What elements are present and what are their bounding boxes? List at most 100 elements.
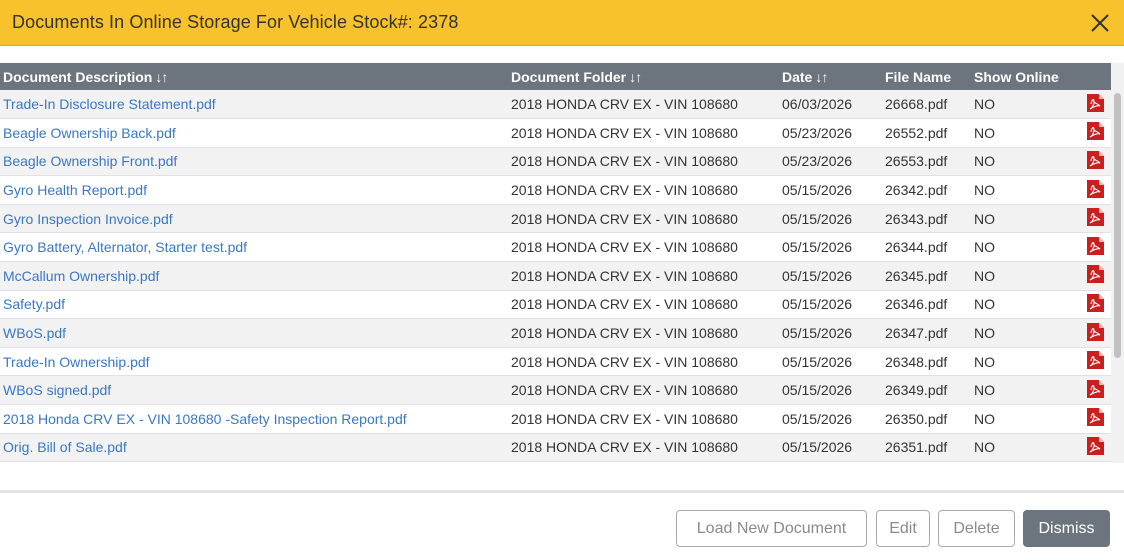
documents-table: Document Description ↓↑ Document Folder ↓↑… <box>0 63 1111 462</box>
table-row[interactable]: Gyro Inspection Invoice.pdf 2018 HONDA CR… <box>0 204 1111 233</box>
document-description-link[interactable]: Beagle Ownership Front.pdf <box>0 147 508 176</box>
close-icon[interactable] <box>1088 11 1112 35</box>
document-folder-cell: 2018 HONDA CRV EX - VIN 108680 <box>511 296 738 313</box>
document-date-cell: 05/15/2026 <box>782 267 853 284</box>
sort-arrows-icon[interactable]: ↓↑ <box>629 69 642 85</box>
pdf-file-icon[interactable] <box>1086 350 1105 373</box>
document-date-cell: 05/15/2026 <box>782 439 853 456</box>
pdf-action-cell <box>1079 347 1111 376</box>
sort-arrows-icon[interactable]: ↓↑ <box>815 69 828 85</box>
file-name-cell: 26350.pdf <box>885 410 948 427</box>
document-folder-cell: 2018 HONDA CRV EX - VIN 108680 <box>511 439 738 456</box>
table-scrollbar[interactable] <box>1111 63 1124 463</box>
pdf-file-icon[interactable] <box>1086 93 1105 116</box>
document-description-link[interactable]: Trade-In Ownership.pdf <box>0 347 508 376</box>
pdf-action-cell <box>1079 319 1111 348</box>
document-description-link[interactable]: Beagle Ownership Back.pdf <box>0 119 508 148</box>
load-new-document-button[interactable]: Load New Document <box>676 510 867 547</box>
document-date-cell: 05/15/2026 <box>782 210 853 227</box>
file-name-cell: 26347.pdf <box>885 325 948 342</box>
column-header-date[interactable]: Date ↓↑ <box>779 63 882 90</box>
table-row[interactable]: Beagle Ownership Front.pdf 2018 HONDA CRV… <box>0 147 1111 176</box>
show-online-cell: NO <box>974 353 995 370</box>
show-online-cell: NO <box>974 439 995 456</box>
show-online-cell: NO <box>974 182 995 199</box>
document-description-link[interactable]: Safety.pdf <box>0 290 508 319</box>
file-name-cell: 26344.pdf <box>885 239 948 256</box>
pdf-file-icon[interactable] <box>1086 179 1105 202</box>
pdf-action-cell <box>1079 405 1111 434</box>
file-name-cell: 26552.pdf <box>885 124 948 141</box>
document-description-link[interactable]: McCallum Ownership.pdf <box>0 262 508 291</box>
document-folder-cell: 2018 HONDA CRV EX - VIN 108680 <box>511 153 738 170</box>
table-row[interactable]: Gyro Health Report.pdf 2018 HONDA CRV EX … <box>0 175 1111 205</box>
show-online-cell: NO <box>974 267 995 284</box>
pdf-file-icon[interactable] <box>1086 207 1105 230</box>
table-header-row: Document Description ↓↑ Document Folder ↓↑… <box>0 63 1111 90</box>
document-folder-cell: 2018 HONDA CRV EX - VIN 108680 <box>511 210 738 227</box>
document-description-link[interactable]: WBoS signed.pdf <box>0 376 508 405</box>
table-row[interactable]: WBoS signed.pdf 2018 HONDA CRV EX - VIN 1… <box>0 375 1111 405</box>
pdf-action-cell <box>1079 147 1111 176</box>
pdf-file-icon[interactable] <box>1086 236 1105 259</box>
pdf-file-icon[interactable] <box>1086 121 1105 144</box>
scrollbar-thumb[interactable] <box>1114 93 1121 358</box>
file-name-cell: 26346.pdf <box>885 296 948 313</box>
table-row[interactable]: Safety.pdf 2018 HONDA CRV EX - VIN 108680… <box>0 290 1111 319</box>
document-date-cell: 06/03/2026 <box>782 96 853 113</box>
table-row[interactable]: McCallum Ownership.pdf 2018 HONDA CRV EX … <box>0 261 1111 291</box>
pdf-file-icon[interactable] <box>1086 264 1105 287</box>
table-row[interactable]: WBoS.pdf 2018 HONDA CRV EX - VIN 108680 05… <box>0 318 1111 348</box>
document-date-cell: 05/15/2026 <box>782 296 853 313</box>
pdf-action-cell <box>1079 262 1111 291</box>
document-description-link[interactable]: Trade-In Disclosure Statement.pdf <box>0 90 508 119</box>
document-folder-cell: 2018 HONDA CRV EX - VIN 108680 <box>511 96 738 113</box>
document-date-cell: 05/15/2026 <box>782 239 853 256</box>
file-name-cell: 26342.pdf <box>885 182 948 199</box>
table-row[interactable]: Gyro Battery, Alternator, Starter test.p… <box>0 232 1111 262</box>
show-online-cell: NO <box>974 410 995 427</box>
pdf-file-icon[interactable] <box>1086 293 1105 316</box>
document-date-cell: 05/15/2026 <box>782 353 853 370</box>
pdf-file-icon[interactable] <box>1086 322 1105 345</box>
documents-table-container[interactable]: Document Description ↓↑ Document Folder ↓↑… <box>0 63 1124 463</box>
document-description-link[interactable]: Gyro Inspection Invoice.pdf <box>0 204 508 233</box>
edit-button[interactable]: Edit <box>876 510 930 547</box>
table-row[interactable]: Trade-In Ownership.pdf 2018 HONDA CRV EX … <box>0 347 1111 376</box>
table-row[interactable]: Beagle Ownership Back.pdf 2018 HONDA CRV … <box>0 118 1111 148</box>
column-header-folder[interactable]: Document Folder ↓↑ <box>508 63 779 90</box>
table-row[interactable]: Orig. Bill of Sale.pdf 2018 HONDA CRV EX … <box>0 433 1111 462</box>
table-row[interactable]: 2018 Honda CRV EX - VIN 108680 -Safety I… <box>0 404 1111 434</box>
file-name-cell: 26348.pdf <box>885 353 948 370</box>
table-row[interactable]: Trade-In Disclosure Statement.pdf 2018 HO… <box>0 90 1111 119</box>
pdf-action-cell <box>1079 90 1111 119</box>
pdf-file-icon[interactable] <box>1086 150 1105 173</box>
pdf-action-cell <box>1079 376 1111 405</box>
document-folder-cell: 2018 HONDA CRV EX - VIN 108680 <box>511 239 738 256</box>
file-name-cell: 26345.pdf <box>885 267 948 284</box>
document-date-cell: 05/23/2026 <box>782 153 853 170</box>
delete-button[interactable]: Delete <box>938 510 1015 547</box>
pdf-action-cell <box>1079 233 1111 262</box>
document-description-link[interactable]: WBoS.pdf <box>0 319 508 348</box>
pdf-action-cell <box>1079 290 1111 319</box>
column-header-description[interactable]: Document Description ↓↑ <box>0 63 508 90</box>
sort-arrows-icon[interactable]: ↓↑ <box>155 69 168 85</box>
modal-header: Documents In Online Storage For Vehicle … <box>0 0 1124 46</box>
document-date-cell: 05/15/2026 <box>782 410 853 427</box>
document-description-link[interactable]: Orig. Bill of Sale.pdf <box>0 433 508 462</box>
pdf-action-cell <box>1079 204 1111 233</box>
pdf-file-icon[interactable] <box>1086 379 1105 402</box>
document-description-link[interactable]: 2018 Honda CRV EX - VIN 108680 -Safety I… <box>0 405 508 434</box>
pdf-file-icon[interactable] <box>1086 436 1105 459</box>
pdf-action-cell <box>1079 433 1111 462</box>
column-header-show-online: Show Online <box>974 68 1059 85</box>
document-folder-cell: 2018 HONDA CRV EX - VIN 108680 <box>511 182 738 199</box>
document-description-link[interactable]: Gyro Health Report.pdf <box>0 176 508 205</box>
pdf-file-icon[interactable] <box>1086 407 1105 430</box>
dismiss-button[interactable]: Dismiss <box>1023 510 1110 547</box>
document-description-link[interactable]: Gyro Battery, Alternator, Starter test.p… <box>0 233 508 262</box>
document-folder-cell: 2018 HONDA CRV EX - VIN 108680 <box>511 410 738 427</box>
document-folder-cell: 2018 HONDA CRV EX - VIN 108680 <box>511 325 738 342</box>
show-online-cell: NO <box>974 382 995 399</box>
